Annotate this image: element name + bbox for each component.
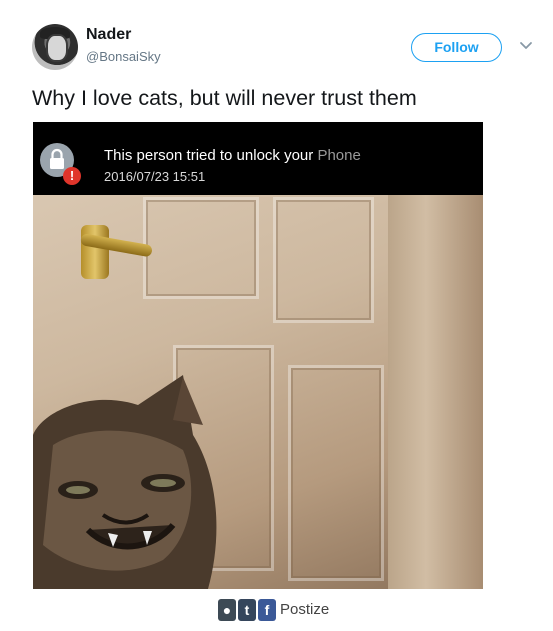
notification-title: This person tried to unlock your Phone xyxy=(104,147,361,164)
watermark-label: Postize xyxy=(280,601,330,618)
tweet-text: Why I love cats, but will never trust th… xyxy=(32,86,417,110)
notification-title-main: This person tried to unlock your xyxy=(104,147,318,164)
cat-photo xyxy=(33,195,483,589)
follow-button[interactable]: Follow xyxy=(411,33,502,62)
door-edge xyxy=(388,195,483,589)
door-panel-upper-right xyxy=(273,197,374,323)
camera-icon: ● xyxy=(218,599,236,621)
door-panel-lower-right xyxy=(288,365,384,581)
chevron-down-icon[interactable] xyxy=(519,38,533,52)
author-display-name[interactable]: Nader xyxy=(86,26,131,44)
author-handle[interactable]: @BonsaiSky xyxy=(86,49,161,64)
avatar-face xyxy=(46,34,68,62)
tweet-header: Nader @BonsaiSky Follow xyxy=(0,0,553,80)
avatar[interactable] xyxy=(32,24,78,70)
facebook-icon: f xyxy=(258,599,276,621)
cat-illustration xyxy=(33,375,217,589)
notification-timestamp: 2016/07/23 15:51 xyxy=(104,169,206,184)
tweet-media[interactable]: ! This person tried to unlock your Phone… xyxy=(33,122,483,589)
alert-icon: ! xyxy=(63,167,81,185)
door-panel-upper-left xyxy=(143,197,259,299)
lock-notification: ! This person tried to unlock your Phone… xyxy=(33,122,483,195)
notification-title-accent: Phone xyxy=(317,147,361,164)
tumblr-icon: t xyxy=(238,599,256,621)
